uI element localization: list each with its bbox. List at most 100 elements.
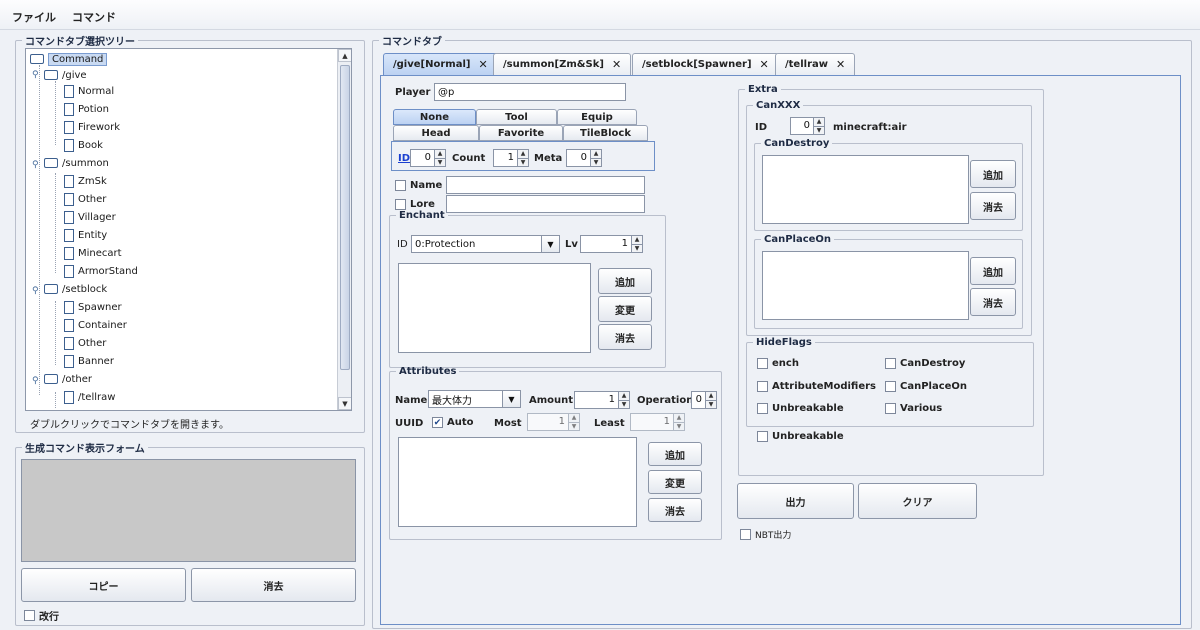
tab-summon-zmsk[interactable]: /summon[Zm&Sk] ✕ bbox=[493, 53, 632, 75]
command-tree[interactable]: Command ⚲ /give Normal Potion Firework B… bbox=[25, 48, 352, 411]
tree-leaf-spawner[interactable]: Spawner bbox=[64, 299, 122, 315]
tree-leaf-normal[interactable]: Normal bbox=[64, 83, 114, 99]
command-output-area[interactable] bbox=[21, 459, 356, 562]
menu-bar: ファイル コマンド bbox=[0, 0, 1200, 30]
menu-command[interactable]: コマンド bbox=[72, 9, 116, 25]
enchant-add-button[interactable]: 追加 bbox=[598, 268, 652, 294]
tree-node-summon[interactable]: /summon bbox=[44, 155, 109, 171]
extra-id-name: minecraft:air bbox=[833, 122, 907, 133]
tree-leaf-minecart[interactable]: Minecart bbox=[64, 245, 122, 261]
tree-node-other[interactable]: /other bbox=[44, 371, 92, 387]
candestroy-title: CanDestroy bbox=[764, 138, 830, 149]
tab-setblock-spawner[interactable]: /setblock[Spawner] ✕ bbox=[632, 53, 779, 75]
close-icon[interactable]: ✕ bbox=[478, 58, 487, 71]
attributes-title: Attributes bbox=[399, 366, 457, 377]
tree-root-label: Command bbox=[48, 52, 108, 66]
tab-tellraw[interactable]: /tellraw ✕ bbox=[775, 53, 856, 75]
tree-leaf-armorstand[interactable]: ArmorStand bbox=[64, 263, 138, 279]
scroll-thumb[interactable] bbox=[340, 65, 350, 370]
tree-leaf-banner[interactable]: Banner bbox=[64, 353, 114, 369]
attributes-list[interactable] bbox=[398, 437, 637, 527]
tree-root[interactable]: Command bbox=[30, 51, 108, 67]
scroll-up-icon[interactable]: ▲ bbox=[338, 49, 351, 62]
item-tab-none[interactable]: None bbox=[393, 109, 476, 125]
flag-candestroy-checkbox[interactable]: CanDestroy bbox=[885, 358, 965, 369]
flag-unbreakable-checkbox[interactable]: Unbreakable bbox=[757, 403, 844, 414]
player-input[interactable]: @p bbox=[434, 83, 626, 101]
canplaceon-list[interactable] bbox=[762, 251, 969, 320]
item-tab-tileblock[interactable]: TileBlock bbox=[563, 125, 648, 141]
name-checkbox[interactable]: Name bbox=[395, 180, 442, 191]
attr-operation-spinner[interactable]: 0 ▲ ▼ bbox=[691, 391, 717, 409]
wrap-checkbox[interactable]: 改行 bbox=[24, 608, 59, 623]
tab-give-normal[interactable]: /give[Normal] ✕ bbox=[383, 53, 498, 75]
folder-icon bbox=[44, 284, 58, 294]
tree-leaf-book[interactable]: Book bbox=[64, 137, 103, 153]
clear-output-button[interactable]: 消去 bbox=[191, 568, 356, 602]
item-tab-tool[interactable]: Tool bbox=[476, 109, 557, 125]
tree-node-setblock[interactable]: /setblock bbox=[44, 281, 107, 297]
menu-file[interactable]: ファイル bbox=[12, 9, 56, 25]
candestroy-add-button[interactable]: 追加 bbox=[970, 160, 1016, 188]
close-icon[interactable]: ✕ bbox=[760, 58, 769, 71]
enchant-edit-button[interactable]: 変更 bbox=[598, 296, 652, 322]
meta-spinner[interactable]: 0 ▲ ▼ bbox=[566, 149, 602, 167]
scroll-down-icon[interactable]: ▼ bbox=[338, 397, 351, 410]
item-tab-favorite[interactable]: Favorite bbox=[479, 125, 563, 141]
attr-name-select[interactable]: 最大体力 ▼ bbox=[428, 390, 521, 408]
tree-leaf-zmsk[interactable]: ZmSk bbox=[64, 173, 107, 189]
canplaceon-delete-button[interactable]: 消去 bbox=[970, 288, 1016, 316]
attr-delete-button[interactable]: 消去 bbox=[648, 498, 702, 522]
file-icon bbox=[64, 300, 74, 314]
file-icon bbox=[64, 336, 74, 350]
folder-icon bbox=[30, 54, 44, 64]
item-tab-equip[interactable]: Equip bbox=[557, 109, 637, 125]
copy-button[interactable]: コピー bbox=[21, 568, 186, 602]
lore-checkbox[interactable]: Lore bbox=[395, 199, 435, 210]
flag-various-checkbox[interactable]: Various bbox=[885, 403, 942, 414]
tree-leaf-other[interactable]: Other bbox=[64, 335, 106, 351]
clear-button[interactable]: クリア bbox=[858, 483, 977, 519]
count-spinner[interactable]: 1 ▲ ▼ bbox=[493, 149, 529, 167]
item-tab-head[interactable]: Head bbox=[393, 125, 479, 141]
enchant-lv-spinner[interactable]: 1 ▲ ▼ bbox=[580, 235, 643, 253]
flag-canplaceon-checkbox[interactable]: CanPlaceOn bbox=[885, 381, 967, 392]
extra-id-spinner[interactable]: 0 ▲ ▼ bbox=[790, 117, 825, 135]
candestroy-list[interactable] bbox=[762, 155, 969, 224]
tree-leaf-firework[interactable]: Firework bbox=[64, 119, 120, 135]
enchant-list[interactable] bbox=[398, 263, 591, 353]
nbt-output-checkbox[interactable]: NBT出力 bbox=[740, 528, 791, 541]
tree-scrollbar[interactable]: ▲ ▼ bbox=[337, 49, 351, 410]
flag-attributemodifiers-checkbox[interactable]: AttributeModifiers bbox=[757, 381, 876, 392]
id-spinner[interactable]: 0 ▲ ▼ bbox=[410, 149, 446, 167]
attr-amount-spinner[interactable]: 1 ▲ ▼ bbox=[574, 391, 630, 409]
tree-leaf-container[interactable]: Container bbox=[64, 317, 127, 333]
canplaceon-add-button[interactable]: 追加 bbox=[970, 257, 1016, 285]
file-icon bbox=[64, 264, 74, 278]
tree-leaf-potion[interactable]: Potion bbox=[64, 101, 109, 117]
tree-leaf-entity[interactable]: Entity bbox=[64, 227, 107, 243]
tree-leaf-tellraw[interactable]: /tellraw bbox=[64, 389, 115, 405]
close-icon[interactable]: ✕ bbox=[836, 58, 845, 71]
folder-icon bbox=[44, 374, 58, 384]
auto-checkbox[interactable]: ✔ Auto bbox=[432, 417, 474, 428]
extra-title: Extra bbox=[748, 84, 778, 95]
player-label: Player bbox=[395, 87, 431, 98]
output-button[interactable]: 出力 bbox=[737, 483, 854, 519]
enchant-delete-button[interactable]: 消去 bbox=[598, 324, 652, 350]
enchant-select[interactable]: 0:Protection ▼ bbox=[411, 235, 560, 253]
id-link[interactable]: ID bbox=[398, 153, 410, 164]
most-spinner[interactable]: 1 ▲ ▼ bbox=[527, 413, 580, 431]
close-icon[interactable]: ✕ bbox=[612, 58, 621, 71]
unbreakable-checkbox[interactable]: Unbreakable bbox=[757, 431, 844, 442]
least-spinner[interactable]: 1 ▲ ▼ bbox=[630, 413, 685, 431]
flag-ench-checkbox[interactable]: ench bbox=[757, 358, 799, 369]
candestroy-delete-button[interactable]: 消去 bbox=[970, 192, 1016, 220]
attr-edit-button[interactable]: 変更 bbox=[648, 470, 702, 494]
tree-node-give[interactable]: /give bbox=[44, 67, 87, 83]
tree-leaf-villager[interactable]: Villager bbox=[64, 209, 116, 225]
tree-leaf-other[interactable]: Other bbox=[64, 191, 106, 207]
name-input[interactable] bbox=[446, 176, 645, 194]
attr-amount-label: Amount bbox=[529, 395, 574, 406]
attr-add-button[interactable]: 追加 bbox=[648, 442, 702, 466]
